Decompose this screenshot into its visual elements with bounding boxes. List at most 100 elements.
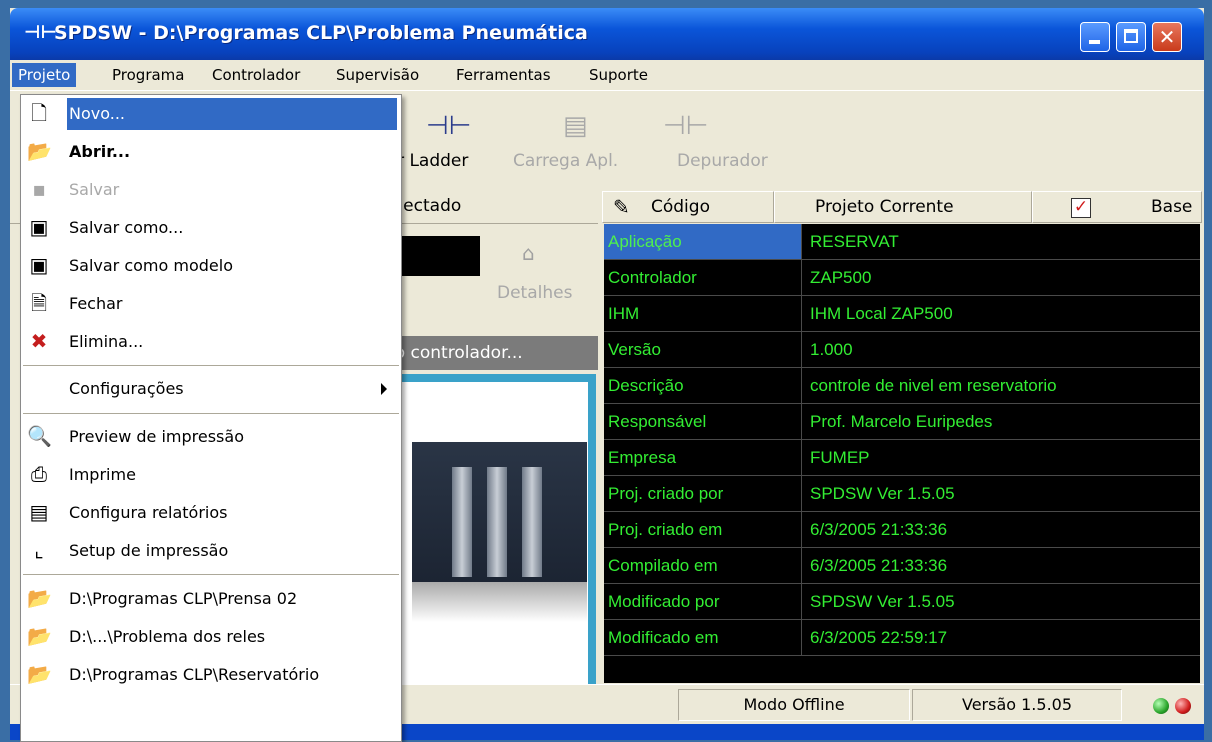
close-icon: ✕: [1158, 25, 1176, 49]
menu-item-label: Imprime: [69, 465, 136, 484]
grid-label: IHM: [604, 296, 802, 331]
menu-separator: [23, 413, 399, 414]
menu-item-imprime[interactable]: ⎙ Imprime: [21, 456, 401, 494]
load-app-button[interactable]: Carrega Apl.: [513, 151, 618, 171]
menu-item-label: D:\...\Problema dos reles: [69, 627, 266, 646]
menu-item-label: Setup de impressão: [69, 541, 229, 560]
menu-suporte[interactable]: Suporte: [583, 63, 654, 87]
grid-label: Compilado em: [604, 548, 802, 583]
tab-codigo-label: Código: [651, 197, 710, 217]
grid-value: 6/3/2005 22:59:17: [810, 628, 948, 647]
menu-item-preview[interactable]: 🔍 Preview de impressão: [21, 418, 401, 456]
save-disk-icon: ▪: [32, 177, 46, 201]
grid-row[interactable]: Compilado em 6/3/2005 21:33:36: [604, 548, 1200, 584]
title-bar[interactable]: ⊣⊢ SPDSW - D:\Programas CLP\Problema Pne…: [10, 8, 1204, 60]
menu-projeto[interactable]: Projeto: [12, 63, 77, 87]
open-folder-icon: 📂: [27, 586, 52, 610]
menu-item-setup-impressao[interactable]: ⌞ Setup de impressão: [21, 532, 401, 570]
report-icon: ▤: [29, 500, 49, 524]
menu-supervisao[interactable]: Supervisão: [330, 63, 425, 87]
new-file-icon: 🗋: [30, 101, 48, 125]
controller-bar: io controlador...: [382, 336, 598, 370]
menu-programa[interactable]: Programa: [106, 63, 190, 87]
minimize-icon: [1089, 40, 1100, 44]
grid-row[interactable]: Aplicação RESERVAT: [604, 224, 1200, 260]
grid-row[interactable]: Controlador ZAP500: [604, 260, 1200, 296]
menu-item-recent-2[interactable]: 📂 D:\...\Problema dos reles: [21, 618, 401, 656]
menu-item-label: Fechar: [69, 294, 123, 313]
grid-row[interactable]: Proj. criado por SPDSW Ver 1.5.05: [604, 476, 1200, 512]
grid-row[interactable]: Versão 1.000: [604, 332, 1200, 368]
tab-base[interactable]: ✓ Base: [1032, 191, 1202, 223]
save-as-icon: ▣: [29, 215, 49, 239]
tab-projeto-corrente[interactable]: Projeto Corrente: [774, 191, 1032, 223]
debugger-button[interactable]: Depurador: [677, 151, 768, 171]
tab-codigo[interactable]: ✎ Código: [602, 191, 774, 223]
tab-base-label: Base: [1151, 197, 1193, 217]
notepad-icon: ✎: [613, 195, 630, 219]
delete-x-icon: ✖: [30, 329, 48, 353]
menu-item-recent-3[interactable]: 📂 D:\Programas CLP\Reservatório: [21, 656, 401, 694]
checkbox-icon[interactable]: ✓: [1071, 198, 1091, 218]
menu-item-label: Abrir...: [69, 142, 131, 161]
open-folder-icon: 📂: [27, 139, 52, 163]
menu-item-label: Configurações: [69, 379, 184, 398]
menu-item-fechar[interactable]: 🗎 Fechar: [21, 285, 401, 323]
grid-value: Prof. Marcelo Euripedes: [810, 412, 993, 431]
menu-item-salvar-como[interactable]: ▣ Salvar como...: [21, 209, 401, 247]
controller-display: [390, 236, 480, 276]
green-led-icon: [1153, 698, 1169, 714]
menu-item-label: Elimina...: [69, 332, 144, 351]
minimize-button[interactable]: [1080, 22, 1110, 52]
menu-item-recent-1[interactable]: 📂 D:\Programas CLP\Prensa 02: [21, 580, 401, 618]
plc-slot: [487, 467, 507, 577]
ladder-app-icon: ⊣⊢: [24, 22, 57, 43]
maximize-icon: [1124, 29, 1138, 43]
debugger-icon: ⊣⊢: [663, 111, 709, 141]
menu-bar: Projeto Programa Controlador Supervisão …: [10, 60, 1204, 90]
grid-label: Proj. criado por: [604, 476, 802, 511]
grid-row[interactable]: Descrição controle de nivel em reservator…: [604, 368, 1200, 404]
load-app-icon: ▤: [563, 111, 588, 141]
details-button[interactable]: Detalhes: [497, 283, 572, 303]
menu-item-label: Salvar: [69, 180, 120, 199]
menu-item-abrir[interactable]: 📂 Abrir...: [21, 133, 401, 171]
grid-label: Descrição: [604, 368, 802, 403]
projeto-menu-dropdown: 🗋 Novo... 📂 Abrir... ▪ Salvar ▣ Salvar c…: [20, 94, 402, 742]
grid-value: 1.000: [810, 340, 853, 359]
grid-label: Modificado por: [604, 584, 802, 619]
page-setup-icon: ⌞: [34, 538, 44, 562]
menu-item-label: Configura relatórios: [69, 503, 228, 522]
printer-icon: ⎙: [31, 462, 47, 486]
close-button[interactable]: ✕: [1152, 22, 1182, 52]
ladder-editor-icon[interactable]: ⊣⊢: [426, 111, 471, 141]
project-grid: Aplicação RESERVAT Controlador ZAP500 IHM I…: [604, 224, 1200, 683]
menu-item-novo[interactable]: 🗋 Novo...: [21, 95, 401, 133]
grid-value: 6/3/2005 21:33:36: [810, 520, 948, 539]
menu-item-label: Salvar como...: [69, 218, 184, 237]
menu-ferramentas[interactable]: Ferramentas: [450, 63, 557, 87]
controller-image: [382, 374, 596, 694]
grid-label: Controlador: [604, 260, 802, 295]
red-led-icon: [1175, 698, 1191, 714]
grid-row[interactable]: Proj. criado em 6/3/2005 21:33:36: [604, 512, 1200, 548]
grid-value: FUMEP: [810, 448, 870, 467]
status-mode: Modo Offline: [678, 689, 910, 721]
grid-label: Empresa: [604, 440, 802, 475]
menu-item-elimina[interactable]: ✖ Elimina...: [21, 323, 401, 361]
grid-row[interactable]: Responsável Prof. Marcelo Euripedes: [604, 404, 1200, 440]
menu-separator: [23, 574, 399, 575]
window-title: SPDSW - D:\Programas CLP\Problema Pneumá…: [54, 22, 588, 44]
plc-slot: [452, 467, 472, 577]
menu-item-salvar-modelo[interactable]: ▣ Salvar como modelo: [21, 247, 401, 285]
grid-row[interactable]: Empresa FUMEP: [604, 440, 1200, 476]
menu-item-salvar[interactable]: ▪ Salvar: [21, 171, 401, 209]
grid-row[interactable]: Modificado por SPDSW Ver 1.5.05: [604, 584, 1200, 620]
menu-item-configura-relatorios[interactable]: ▤ Configura relatórios: [21, 494, 401, 532]
grid-row[interactable]: IHM IHM Local ZAP500: [604, 296, 1200, 332]
menu-controlador[interactable]: Controlador: [206, 63, 306, 87]
grid-row[interactable]: Modificado em 6/3/2005 22:59:17: [604, 620, 1200, 656]
status-version: Versão 1.5.05: [912, 689, 1122, 721]
maximize-button[interactable]: [1116, 22, 1146, 52]
menu-item-configuracoes[interactable]: Configurações: [21, 368, 401, 410]
